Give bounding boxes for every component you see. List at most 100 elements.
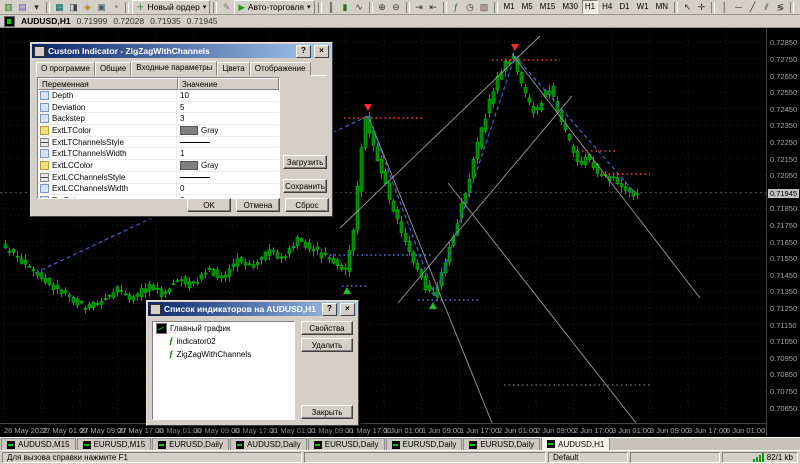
help-icon[interactable]: ? xyxy=(296,45,311,58)
cancel-button[interactable]: Отмена xyxy=(236,198,280,212)
close-button[interactable]: Закрыть xyxy=(301,405,353,419)
dialog-tabs: О программеОбщиеВходные параметрыЦветаОт… xyxy=(36,61,327,76)
crosshair-icon[interactable]: ✛ xyxy=(695,1,708,13)
cursor-icon[interactable]: ↖ xyxy=(681,1,694,13)
channel-icon[interactable]: ⫽ xyxy=(760,1,773,13)
reset-button[interactable]: Сброс xyxy=(285,198,329,212)
profiles-icon[interactable]: ▤ xyxy=(16,1,29,13)
timeframe-button-m1[interactable]: M1 xyxy=(501,0,518,14)
candlestick-chart-icon[interactable]: ▮ xyxy=(339,1,352,13)
param-row-extltchannelsstyle[interactable]: ExtLTChannelsStyle xyxy=(38,137,279,149)
drawn-x-mark[interactable] xyxy=(527,370,550,393)
navigator-icon[interactable]: ◈ xyxy=(81,1,94,13)
dialog-tab[interactable]: О программе xyxy=(36,62,95,76)
dropdown-caret-icon[interactable]: ▾ xyxy=(307,3,311,11)
timeframe-button-m15[interactable]: M15 xyxy=(537,0,559,14)
param-value[interactable]: Gray xyxy=(176,160,279,171)
param-value[interactable]: Gray xyxy=(176,125,279,136)
timeframe-button-h1[interactable]: H1 xyxy=(582,0,598,14)
delete-button[interactable]: Удалить xyxy=(301,338,353,352)
close-icon[interactable]: × xyxy=(314,45,329,58)
metaeditor-icon[interactable]: ✎ xyxy=(220,1,233,13)
strategy-tester-icon[interactable]: ◔ xyxy=(109,1,122,13)
timeframe-button-w1[interactable]: W1 xyxy=(634,0,652,14)
tree-item-zigzagwithchannels[interactable]: ƒZigZagWithChannels xyxy=(153,348,294,361)
param-value[interactable] xyxy=(176,172,279,183)
chart-tab-eurusd,daily[interactable]: EURUSD,Daily xyxy=(386,438,463,450)
chart-tab-audusd,h1[interactable]: AUDUSD,H1 xyxy=(541,437,610,450)
drawn-x-mark[interactable] xyxy=(527,370,550,393)
param-value[interactable]: 3 xyxy=(176,113,279,124)
timeframe-button-m30[interactable]: M30 xyxy=(559,0,581,14)
line-chart-icon[interactable]: ∿ xyxy=(353,1,366,13)
dialog-tab[interactable]: Цвета xyxy=(217,62,249,76)
timeframe-button-m5[interactable]: M5 xyxy=(519,0,536,14)
trendline-icon[interactable]: ╱ xyxy=(746,1,759,13)
properties-button[interactable]: Свойства xyxy=(301,321,353,335)
new-order-button[interactable]: ＋Новый ордер▾ xyxy=(132,0,210,15)
param-row-extltchannelswidth[interactable]: ExtLTChannelsWidth1 xyxy=(38,148,279,160)
chart-tab-audusd,daily[interactable]: AUDUSD,Daily xyxy=(230,438,307,450)
param-row-extlccolor[interactable]: ExtLCColorGray xyxy=(38,160,279,172)
terminal-icon[interactable]: ▣ xyxy=(95,1,108,13)
dialog-tab[interactable]: Отображение xyxy=(250,62,311,76)
param-row-extlcchannelsstyle[interactable]: ExtLCChannelsStyle xyxy=(38,172,279,184)
dialog-titlebar[interactable]: Список индикаторов на AUDUSD,H1 ? × xyxy=(148,302,357,316)
param-type-icon xyxy=(40,149,49,158)
param-row-backstep[interactable]: Backstep3 xyxy=(38,113,279,125)
chart-tab-audusd,m15[interactable]: AUDUSD,M15 xyxy=(1,438,76,450)
zoom-in-icon[interactable]: ⊕ xyxy=(376,1,389,13)
tree-item-indicator02[interactable]: ƒindicator02 xyxy=(153,335,294,348)
new-chart-icon[interactable]: ▥ xyxy=(2,1,15,13)
data-window-icon[interactable]: ◨ xyxy=(67,1,80,13)
param-value[interactable]: 1 xyxy=(176,148,279,159)
ok-button[interactable]: OK xyxy=(187,198,231,212)
time-label: 1 Jun 09:00 xyxy=(422,426,461,435)
drawn-arrowhead[interactable] xyxy=(667,336,680,359)
param-row-depth[interactable]: Depth10 xyxy=(38,90,279,102)
dialog-tab[interactable]: Входные параметры xyxy=(131,61,217,76)
drawn-arrow[interactable] xyxy=(640,156,692,359)
chart-tab-eurusd,daily[interactable]: EURUSD,Daily xyxy=(463,438,540,450)
market-watch-icon[interactable]: ▦ xyxy=(53,1,66,13)
help-icon[interactable]: ? xyxy=(322,303,337,316)
chart-tab-eurusd,daily[interactable]: EURUSD,Daily xyxy=(308,438,385,450)
param-name: ExtLCChannelsStyle xyxy=(52,173,176,182)
dialog-tab[interactable]: Общие xyxy=(95,62,131,76)
indicators-icon[interactable]: ƒ xyxy=(450,1,463,13)
param-value[interactable]: 5 xyxy=(176,102,279,113)
bar-chart-icon[interactable]: ║ xyxy=(325,1,338,13)
dialog-titlebar[interactable]: Custom Indicator - ZigZagWithChannels ? … xyxy=(32,44,331,58)
timeframe-button-mn[interactable]: MN xyxy=(653,0,671,14)
param-type-icon xyxy=(40,161,49,170)
param-value[interactable]: 10 xyxy=(176,90,279,101)
tree-item-главный график[interactable]: Главный график xyxy=(153,322,294,335)
price-label: 0.72450 xyxy=(770,105,797,114)
status-profile[interactable]: Default xyxy=(548,452,628,463)
param-row-extltcolor[interactable]: ExtLTColorGray xyxy=(38,125,279,137)
save-button[interactable]: Сохранить xyxy=(283,179,327,193)
timeframe-button-d1[interactable]: D1 xyxy=(616,0,632,14)
templates-icon[interactable]: ▨ xyxy=(478,1,491,13)
param-row-extlcchannelswidth[interactable]: ExtLCChannelsWidth0 xyxy=(38,184,279,196)
chart-tab-eurusd,daily[interactable]: EURUSD,Daily xyxy=(152,438,229,450)
chart-tab-eurusd,m15[interactable]: EURUSD,M15 xyxy=(77,438,152,450)
param-row-deviation[interactable]: Deviation5 xyxy=(38,102,279,114)
auto-scroll-icon[interactable]: ⇥ xyxy=(413,1,426,13)
close-icon[interactable]: × xyxy=(340,303,355,316)
param-value[interactable] xyxy=(176,137,279,148)
periods-icon[interactable]: ◷ xyxy=(464,1,477,13)
vertical-line-icon[interactable]: │ xyxy=(718,1,731,13)
param-value[interactable]: 0 xyxy=(176,184,279,195)
column-header-variable[interactable]: Переменная xyxy=(38,78,178,90)
timeframe-button-h4[interactable]: H4 xyxy=(599,0,615,14)
column-header-value[interactable]: Значение xyxy=(178,78,279,90)
autotrading-button[interactable]: ▶Авто-торговля▾ xyxy=(234,0,314,15)
dropdown-caret-icon[interactable]: ▾ xyxy=(203,3,207,11)
load-button[interactable]: Загрузить xyxy=(283,155,327,169)
zoom-out-icon[interactable]: ⊖ xyxy=(390,1,403,13)
chart-shift-icon[interactable]: ⇤ xyxy=(427,1,440,13)
fibonacci-icon[interactable]: ≶ xyxy=(774,1,787,13)
chart-dropdown-icon[interactable]: ▾ xyxy=(30,1,43,13)
horizontal-line-icon[interactable]: ─ xyxy=(732,1,745,13)
